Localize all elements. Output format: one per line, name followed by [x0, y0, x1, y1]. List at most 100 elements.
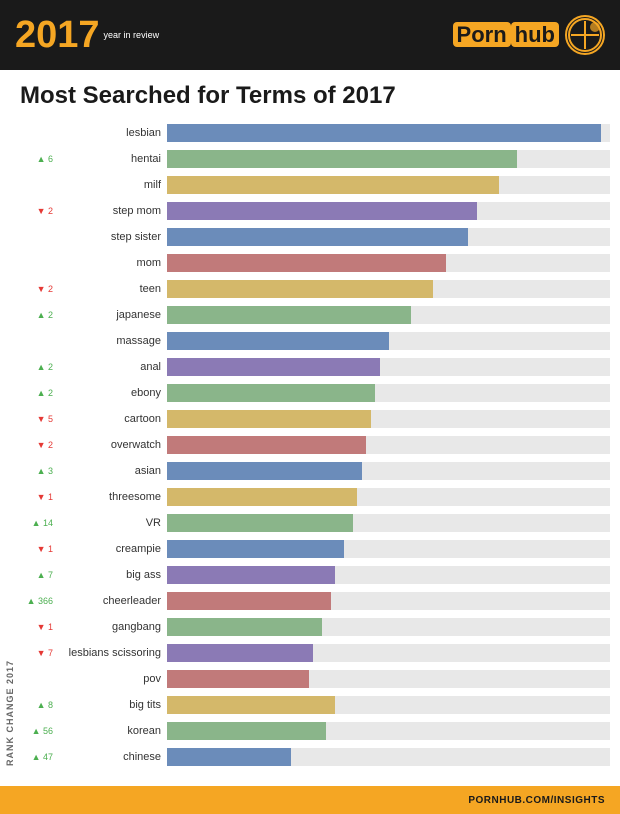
bar-label: mom — [57, 257, 167, 269]
bar-fill — [167, 254, 446, 272]
bar-track — [167, 176, 610, 194]
year-number: 2017 — [15, 16, 100, 54]
bar-row: lesbian — [15, 121, 610, 145]
rank-change: ▲ 14 — [15, 518, 57, 528]
bar-row: ▼ 5cartoon — [15, 407, 610, 431]
bar-label: chinese — [57, 751, 167, 763]
bar-label: massage — [57, 335, 167, 347]
bar-label: lesbians scissoring — [57, 647, 167, 659]
rank-change: ▼ 2 — [15, 440, 57, 450]
bar-label: hentai — [57, 153, 167, 165]
bar-label: step mom — [57, 205, 167, 217]
bar-label: asian — [57, 465, 167, 477]
rank-change: ▲ 366 — [15, 596, 57, 606]
bar-row: milf — [15, 173, 610, 197]
rank-change: ▼ 2 — [15, 206, 57, 216]
bar-track — [167, 696, 610, 714]
bar-fill — [167, 436, 366, 454]
rank-change: ▲ 56 — [15, 726, 57, 736]
bar-fill — [167, 306, 411, 324]
bar-track — [167, 228, 610, 246]
bar-label: overwatch — [57, 439, 167, 451]
bar-fill — [167, 696, 335, 714]
bar-track — [167, 436, 610, 454]
bar-fill — [167, 176, 499, 194]
bar-track — [167, 748, 610, 766]
year-subtitle: year in review — [104, 30, 160, 41]
bar-row: ▼ 2teen — [15, 277, 610, 301]
bar-fill — [167, 618, 322, 636]
bar-row: ▼ 2overwatch — [15, 433, 610, 457]
bar-fill — [167, 592, 331, 610]
bar-track — [167, 566, 610, 584]
rank-change: ▼ 2 — [15, 284, 57, 294]
rank-change: ▼ 1 — [15, 544, 57, 554]
bar-row: step sister — [15, 225, 610, 249]
bar-fill — [167, 384, 375, 402]
rank-change: ▲ 7 — [15, 570, 57, 580]
bar-track — [167, 150, 610, 168]
bar-track — [167, 644, 610, 662]
ph-icon — [565, 15, 605, 55]
bar-label: step sister — [57, 231, 167, 243]
bar-track — [167, 358, 610, 376]
bar-fill — [167, 410, 371, 428]
ph-hub-text: hub — [511, 22, 559, 47]
bar-track — [167, 670, 610, 688]
y-axis-label: RANK CHANGE 2017 — [5, 116, 15, 786]
bar-label: threesome — [57, 491, 167, 503]
bar-track — [167, 462, 610, 480]
bar-track — [167, 410, 610, 428]
pornhub-logo: Pornhub — [453, 15, 605, 55]
bar-row: massage — [15, 329, 610, 353]
bar-track — [167, 306, 610, 324]
bar-row: ▼ 1creampie — [15, 537, 610, 561]
bar-label: gangbang — [57, 621, 167, 633]
rank-change: ▲ 2 — [15, 362, 57, 372]
footer: PORNHUB.COM/INSIGHTS — [0, 786, 620, 814]
bar-track — [167, 384, 610, 402]
bar-row: ▼ 1threesome — [15, 485, 610, 509]
bar-track — [167, 722, 610, 740]
ph-name-1: Porn — [453, 22, 511, 47]
bar-fill — [167, 748, 291, 766]
bar-track — [167, 540, 610, 558]
chart-body: lesbian▲ 6hentaimilf▼ 2step momstep sist… — [15, 116, 610, 786]
bar-row: ▼ 7lesbians scissoring — [15, 641, 610, 665]
bar-label: cartoon — [57, 413, 167, 425]
bar-label: ebony — [57, 387, 167, 399]
bar-row: ▲ 2japanese — [15, 303, 610, 327]
bar-fill — [167, 488, 357, 506]
header: 2017 year in review Pornhub — [0, 0, 620, 70]
bar-fill — [167, 228, 468, 246]
bar-fill — [167, 150, 517, 168]
bar-track — [167, 488, 610, 506]
bar-fill — [167, 670, 309, 688]
bar-track — [167, 514, 610, 532]
bar-label: creampie — [57, 543, 167, 555]
bar-row: mom — [15, 251, 610, 275]
bar-label: korean — [57, 725, 167, 737]
bar-fill — [167, 722, 326, 740]
bar-row: ▲ 2ebony — [15, 381, 610, 405]
bar-label: teen — [57, 283, 167, 295]
rank-change: ▼ 7 — [15, 648, 57, 658]
bar-row: pov — [15, 667, 610, 691]
bar-fill — [167, 644, 313, 662]
rank-change: ▲ 6 — [15, 154, 57, 164]
bar-fill — [167, 462, 362, 480]
rank-change: ▲ 2 — [15, 310, 57, 320]
rank-change: ▼ 1 — [15, 622, 57, 632]
bar-label: VR — [57, 517, 167, 529]
bar-label: milf — [57, 179, 167, 191]
bar-row: ▼ 2step mom — [15, 199, 610, 223]
bar-label: anal — [57, 361, 167, 373]
bar-label: pov — [57, 673, 167, 685]
bar-fill — [167, 202, 477, 220]
bar-fill — [167, 124, 601, 142]
bar-label: big tits — [57, 699, 167, 711]
bar-fill — [167, 514, 353, 532]
bar-track — [167, 592, 610, 610]
bar-row: ▲ 14VR — [15, 511, 610, 535]
bar-row: ▼ 1gangbang — [15, 615, 610, 639]
